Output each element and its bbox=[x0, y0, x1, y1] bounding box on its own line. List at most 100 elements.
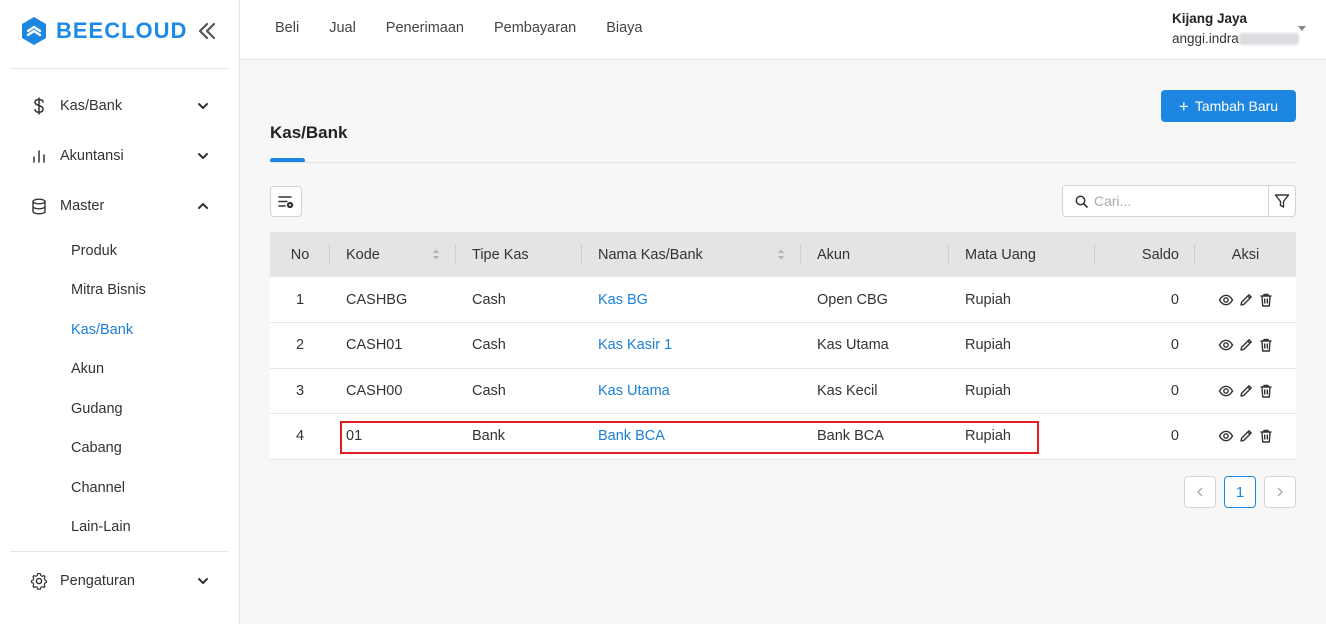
table-row[interactable]: 4 01 Bank Bank BCA Bank BCA Rupiah 0 bbox=[270, 413, 1296, 460]
cell-akun: Bank BCA bbox=[801, 413, 949, 460]
nama-kas-bank-link[interactable]: Kas BG bbox=[598, 292, 648, 308]
company-name: Kijang Jaya bbox=[1172, 11, 1248, 26]
column-header-label: Aksi bbox=[1231, 246, 1260, 263]
add-new-button[interactable]: + Tambah Baru bbox=[1161, 90, 1296, 122]
submenu-item-lain-lain[interactable]: Lain-Lain bbox=[0, 508, 239, 548]
user-email-text: anggi.indra bbox=[1172, 31, 1239, 46]
cell-tipe-kas: Bank bbox=[456, 413, 582, 460]
cell-aksi bbox=[1195, 322, 1296, 369]
user-email: anggi.indra bbox=[1172, 31, 1299, 46]
column-settings-icon bbox=[278, 195, 294, 208]
nama-kas-bank-link[interactable]: Kas Kasir 1 bbox=[598, 337, 672, 353]
cell-tipe-kas: Cash bbox=[456, 368, 582, 414]
beecloud-logo-icon bbox=[22, 17, 46, 45]
sort-icon[interactable] bbox=[777, 248, 785, 261]
edit-icon[interactable] bbox=[1238, 337, 1254, 353]
edit-icon[interactable] bbox=[1238, 428, 1254, 444]
bar-chart-icon bbox=[30, 147, 48, 165]
cell-saldo: 0 bbox=[1095, 368, 1195, 414]
cell-saldo: 0 bbox=[1095, 413, 1195, 460]
search-input[interactable] bbox=[1094, 193, 1254, 209]
sidebar-item-master[interactable]: Master bbox=[0, 181, 239, 231]
nama-kas-bank-link[interactable]: Kas Utama bbox=[598, 383, 670, 399]
submenu-item-cabang[interactable]: Cabang bbox=[0, 429, 239, 469]
topnav-pembayaran[interactable]: Pembayaran bbox=[494, 20, 576, 36]
user-menu[interactable]: Kijang Jaya anggi.indra bbox=[1172, 11, 1299, 46]
page-number-button[interactable]: 1 bbox=[1224, 476, 1256, 508]
chevron-right-icon bbox=[1277, 487, 1283, 497]
filter-icon bbox=[1274, 194, 1290, 208]
view-icon[interactable] bbox=[1218, 428, 1234, 444]
column-header-akun: Akun bbox=[801, 232, 949, 277]
submenu-item-akun[interactable]: Akun bbox=[0, 350, 239, 390]
cell-no: 1 bbox=[270, 277, 330, 323]
submenu-item-mitra-bisnis[interactable]: Mitra Bisnis bbox=[0, 271, 239, 311]
view-icon[interactable] bbox=[1218, 292, 1234, 308]
edit-icon[interactable] bbox=[1238, 292, 1254, 308]
chevron-up-icon bbox=[198, 203, 208, 209]
top-bar: Beli Jual Penerimaan Pembayaran Biaya Ki… bbox=[240, 0, 1326, 60]
topnav-penerimaan[interactable]: Penerimaan bbox=[386, 20, 464, 36]
column-header-no: No bbox=[270, 232, 330, 277]
cell-tipe-kas: Cash bbox=[456, 322, 582, 369]
table-row[interactable]: 1 CASHBG Cash Kas BG Open CBG Rupiah 0 bbox=[270, 277, 1296, 323]
next-page-button[interactable] bbox=[1264, 476, 1296, 508]
view-icon[interactable] bbox=[1218, 383, 1234, 399]
pagination: 1 bbox=[1184, 476, 1296, 508]
column-header-label: Tipe Kas bbox=[472, 246, 529, 263]
search-box[interactable] bbox=[1062, 185, 1269, 217]
delete-icon[interactable] bbox=[1258, 383, 1274, 399]
sidebar-item-kas-bank[interactable]: Kas/Bank bbox=[0, 81, 239, 131]
sidebar-item-label: Master bbox=[60, 198, 105, 214]
sidebar-item-label: Pengaturan bbox=[60, 573, 135, 589]
delete-icon[interactable] bbox=[1258, 428, 1274, 444]
delete-icon[interactable] bbox=[1258, 337, 1274, 353]
filter-button[interactable] bbox=[1268, 185, 1296, 217]
cell-aksi bbox=[1195, 277, 1296, 323]
delete-icon[interactable] bbox=[1258, 292, 1274, 308]
nama-kas-bank-link[interactable]: Bank BCA bbox=[598, 428, 665, 444]
cell-mata-uang: Rupiah bbox=[949, 413, 1095, 460]
sidebar-item-pengaturan[interactable]: Pengaturan bbox=[0, 556, 239, 606]
cell-no: 4 bbox=[270, 413, 330, 460]
prev-page-button[interactable] bbox=[1184, 476, 1216, 508]
sidebar-menu: Kas/Bank Akuntansi Master Produk Mitra B… bbox=[0, 69, 239, 606]
cell-aksi bbox=[1195, 413, 1296, 460]
top-nav: Beli Jual Penerimaan Pembayaran Biaya bbox=[275, 20, 672, 36]
cell-kode: CASHBG bbox=[330, 277, 456, 323]
sidebar-item-akuntansi[interactable]: Akuntansi bbox=[0, 131, 239, 181]
cell-tipe-kas: Cash bbox=[456, 277, 582, 323]
database-icon bbox=[30, 197, 48, 215]
topnav-jual[interactable]: Jual bbox=[329, 20, 356, 36]
submenu-item-gudang[interactable]: Gudang bbox=[0, 389, 239, 429]
submenu-item-channel[interactable]: Channel bbox=[0, 468, 239, 508]
add-new-label: Tambah Baru bbox=[1194, 98, 1279, 114]
column-header-aksi: Aksi bbox=[1195, 232, 1296, 277]
cell-akun: Kas Kecil bbox=[801, 368, 949, 414]
topnav-beli[interactable]: Beli bbox=[275, 20, 299, 36]
column-header-label: Akun bbox=[817, 246, 851, 263]
sort-icon[interactable] bbox=[432, 248, 440, 261]
dollar-icon bbox=[30, 97, 48, 115]
submenu-item-kas-bank[interactable]: Kas/Bank bbox=[0, 310, 239, 350]
column-header-nama-kas-bank[interactable]: Nama Kas/Bank bbox=[582, 232, 801, 277]
caret-down-icon[interactable] bbox=[1298, 26, 1306, 31]
view-icon[interactable] bbox=[1218, 337, 1234, 353]
cell-akun: Kas Utama bbox=[801, 322, 949, 369]
column-header-label: No bbox=[290, 246, 310, 263]
gear-icon bbox=[30, 572, 48, 590]
brand[interactable]: BEECLOUD bbox=[0, 0, 239, 62]
column-settings-button[interactable] bbox=[270, 186, 302, 217]
cell-kode: 01 bbox=[330, 413, 456, 460]
page-title: Kas/Bank bbox=[270, 123, 348, 142]
table-row[interactable]: 2 CASH01 Cash Kas Kasir 1 Kas Utama Rupiah 0 bbox=[270, 322, 1296, 369]
edit-icon[interactable] bbox=[1238, 383, 1254, 399]
cell-kode: CASH01 bbox=[330, 322, 456, 369]
table-row[interactable]: 3 CASH00 Cash Kas Utama Kas Kecil Rupiah 0 bbox=[270, 368, 1296, 414]
topnav-biaya[interactable]: Biaya bbox=[606, 20, 642, 36]
collapse-sidebar-icon[interactable] bbox=[196, 20, 218, 42]
submenu-item-produk[interactable]: Produk bbox=[0, 231, 239, 271]
cell-saldo: 0 bbox=[1095, 322, 1195, 369]
column-header-kode[interactable]: Kode bbox=[330, 232, 456, 277]
plus-icon: + bbox=[1178, 96, 1189, 116]
